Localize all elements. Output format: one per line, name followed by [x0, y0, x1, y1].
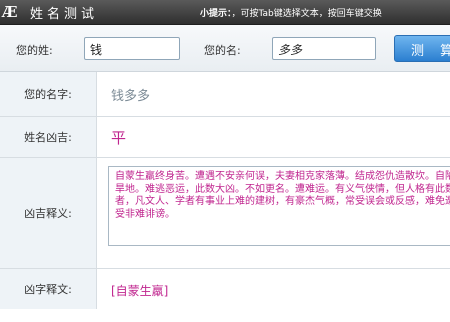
- app-title: 姓名测试: [30, 7, 99, 22]
- result-row-luck: 姓名凶吉: 平: [0, 117, 450, 158]
- hint-body: ，可按Tab键选择文本，按回车键交换: [231, 9, 382, 19]
- surname-input[interactable]: 钱: [84, 37, 180, 60]
- description-label: 凶吉释义:: [0, 158, 97, 268]
- name-value: 钱多多: [111, 88, 151, 104]
- tag-value: [自蒙生羸]: [111, 284, 169, 298]
- given-name-input[interactable]: 多多: [272, 37, 376, 60]
- hint-prefix: 小提示：: [200, 9, 232, 19]
- input-bar: 您的姓: 钱 您的名: 多多 测 算: [0, 25, 450, 72]
- surname-label: 您的姓:: [16, 44, 53, 57]
- hint-text: 小提示：，可按Tab键选择文本，按回车键交换: [200, 6, 382, 19]
- test-button[interactable]: 测 算: [394, 35, 450, 62]
- title-bar: Æ 姓名测试 小提示：，可按Tab键选择文本，按回车键交换: [0, 0, 450, 25]
- app-logo-icon: Æ: [2, 3, 18, 21]
- result-row-tag: 凶字释文: [自蒙生羸]: [0, 269, 450, 309]
- tag-label: 凶字释文:: [0, 269, 97, 309]
- luck-label: 姓名凶吉:: [0, 117, 97, 157]
- description-textarea[interactable]: 自蒙生羸终身苦。遭遇不安亲何误，夫妻相克家落薄。结成怨仇造散坎。自陷旱地。难逃恶…: [108, 166, 450, 246]
- given-name-label: 您的名:: [204, 44, 241, 57]
- result-row-description: 凶吉释义: 自蒙生羸终身苦。遭遇不安亲何误，夫妻相克家落薄。结成怨仇造散坎。自陷…: [0, 158, 450, 269]
- luck-value: 平: [111, 128, 127, 147]
- result-row-name: 您的名字: 钱多多: [0, 72, 450, 117]
- name-label: 您的名字:: [0, 72, 97, 116]
